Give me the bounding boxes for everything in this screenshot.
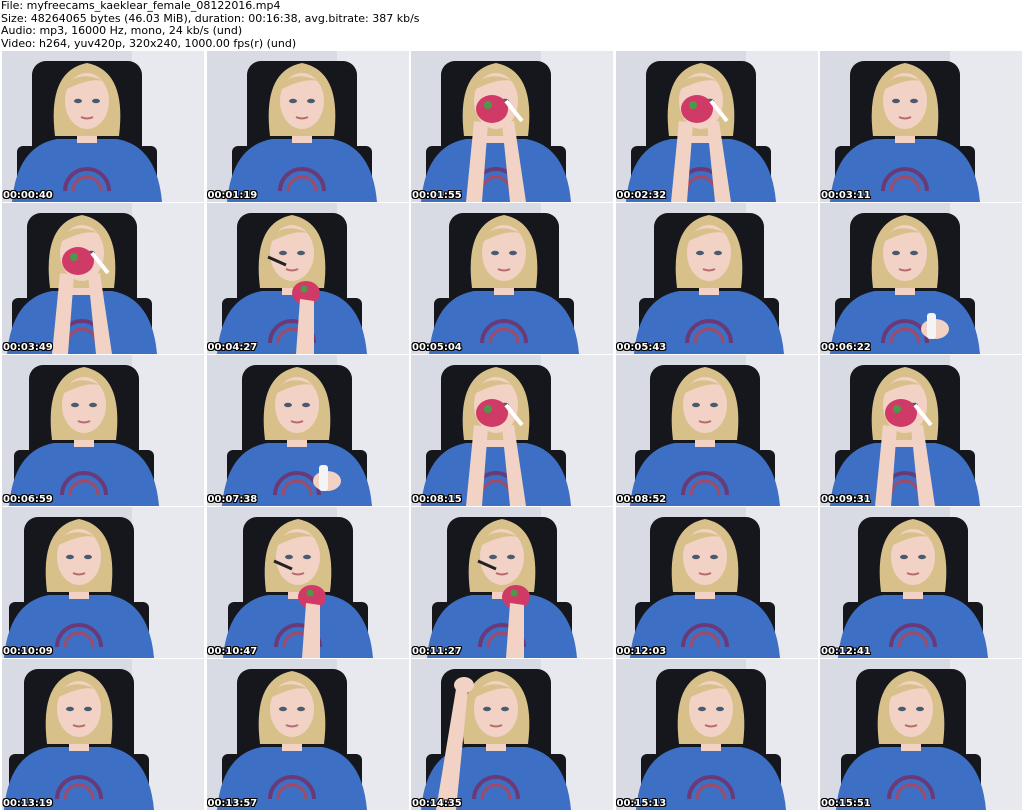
thumbnail-timestamp: 00:08:15 xyxy=(412,494,462,505)
video-thumbnail: 00:09:31 xyxy=(820,355,1022,506)
video-thumbnail: 00:07:38 xyxy=(206,355,409,506)
thumbnail-timestamp: 00:13:57 xyxy=(207,798,258,809)
video-thumbnail: 00:00:40 xyxy=(2,51,204,202)
thumbnail-frame-image xyxy=(820,355,1022,506)
video-thumbnail: 00:01:55 xyxy=(411,51,613,202)
thumbnail-timestamp: 00:13:19 xyxy=(3,798,53,809)
video-thumbnail: 00:12:41 xyxy=(820,507,1022,658)
thumbnail-frame-image xyxy=(615,355,818,506)
video-thumbnail: 00:08:52 xyxy=(615,355,818,506)
thumbnail-timestamp: 00:05:43 xyxy=(616,342,667,353)
thumbnail-timestamp: 00:02:32 xyxy=(616,190,667,201)
thumbnail-timestamp: 00:09:31 xyxy=(821,494,871,505)
thumbnail-frame-image xyxy=(2,659,204,810)
thumbnail-timestamp: 00:12:03 xyxy=(616,646,667,657)
thumbnail-frame-image xyxy=(411,659,613,810)
thumbnail-frame-image xyxy=(206,507,409,658)
thumbnail-timestamp: 00:10:47 xyxy=(207,646,258,657)
thumbnail-frame-image xyxy=(2,355,204,506)
thumbnail-timestamp: 00:15:51 xyxy=(821,798,871,809)
video-thumbnail: 00:06:59 xyxy=(2,355,204,506)
video-thumbnail: 00:13:57 xyxy=(206,659,409,810)
thumbnail-timestamp: 00:14:35 xyxy=(412,798,462,809)
video-thumbnail: 00:10:47 xyxy=(206,507,409,658)
thumbnail-frame-image xyxy=(615,51,818,202)
thumbnail-timestamp: 00:08:52 xyxy=(616,494,667,505)
thumbnail-frame-image xyxy=(411,51,613,202)
thumbnail-frame-image xyxy=(820,203,1022,354)
thumbnail-frame-image xyxy=(615,659,818,810)
thumbnail-frame-image xyxy=(206,203,409,354)
thumbnail-frame-image xyxy=(2,203,204,354)
thumbnail-timestamp: 00:07:38 xyxy=(207,494,258,505)
thumbnail-frame-image xyxy=(615,203,818,354)
video-thumbnail: 00:05:04 xyxy=(411,203,613,354)
video-thumbnail: 00:03:11 xyxy=(820,51,1022,202)
video-info-line: Video: h264, yuv420p, 320x240, 1000.00 f… xyxy=(1,36,297,50)
thumbnail-timestamp: 00:12:41 xyxy=(821,646,871,657)
thumbnail-timestamp: 00:00:40 xyxy=(3,190,53,201)
thumbnail-timestamp: 00:01:55 xyxy=(412,190,462,201)
video-thumbnail: 00:14:35 xyxy=(411,659,613,810)
thumbnail-timestamp: 00:03:11 xyxy=(821,190,871,201)
video-thumbnail: 00:04:27 xyxy=(206,203,409,354)
file-name-line: File: myfreecams_kaeklear_female_0812201… xyxy=(1,0,281,12)
thumbnail-timestamp: 00:10:09 xyxy=(3,646,53,657)
thumbnail-timestamp: 00:15:13 xyxy=(616,798,667,809)
video-thumbnail: 00:13:19 xyxy=(2,659,204,810)
file-info-header: File: myfreecams_kaeklear_female_0812201… xyxy=(0,0,1024,50)
video-thumbnail: 00:06:22 xyxy=(820,203,1022,354)
thumbnail-frame-image xyxy=(820,51,1022,202)
thumbnail-timestamp: 00:06:22 xyxy=(821,342,871,353)
thumbnail-grid: 00:00:40 00:01:19 00:01:55 00:02:32 00:03:11… xyxy=(2,51,1022,810)
video-thumbnail: 00:03:49 xyxy=(2,203,204,354)
video-thumbnail: 00:02:32 xyxy=(615,51,818,202)
video-thumbnail: 00:08:15 xyxy=(411,355,613,506)
thumbnail-frame-image xyxy=(206,51,409,202)
thumbnail-frame-image xyxy=(206,659,409,810)
thumbnail-timestamp: 00:04:27 xyxy=(207,342,258,353)
thumbnail-frame-image xyxy=(2,507,204,658)
video-thumbnail: 00:10:09 xyxy=(2,507,204,658)
thumbnail-timestamp: 00:05:04 xyxy=(412,342,462,353)
thumbnail-timestamp: 00:03:49 xyxy=(3,342,53,353)
video-thumbnail: 00:05:43 xyxy=(615,203,818,354)
video-thumbnail: 00:15:51 xyxy=(820,659,1022,810)
video-thumbnail: 00:12:03 xyxy=(615,507,818,658)
thumbnail-frame-image xyxy=(411,203,613,354)
thumbnail-timestamp: 00:11:27 xyxy=(412,646,462,657)
thumbnail-frame-image xyxy=(820,507,1022,658)
thumbnail-frame-image xyxy=(2,51,204,202)
thumbnail-frame-image xyxy=(411,507,613,658)
thumbnail-frame-image xyxy=(820,659,1022,810)
thumbnail-timestamp: 00:06:59 xyxy=(3,494,53,505)
thumbnail-frame-image xyxy=(206,355,409,506)
video-thumbnail: 00:11:27 xyxy=(411,507,613,658)
video-thumbnail: 00:01:19 xyxy=(206,51,409,202)
thumbnail-timestamp: 00:01:19 xyxy=(207,190,258,201)
audio-info-line: Audio: mp3, 16000 Hz, mono, 24 kb/s (und… xyxy=(1,24,243,37)
thumbnail-frame-image xyxy=(615,507,818,658)
video-thumbnail: 00:15:13 xyxy=(615,659,818,810)
thumbnail-frame-image xyxy=(411,355,613,506)
